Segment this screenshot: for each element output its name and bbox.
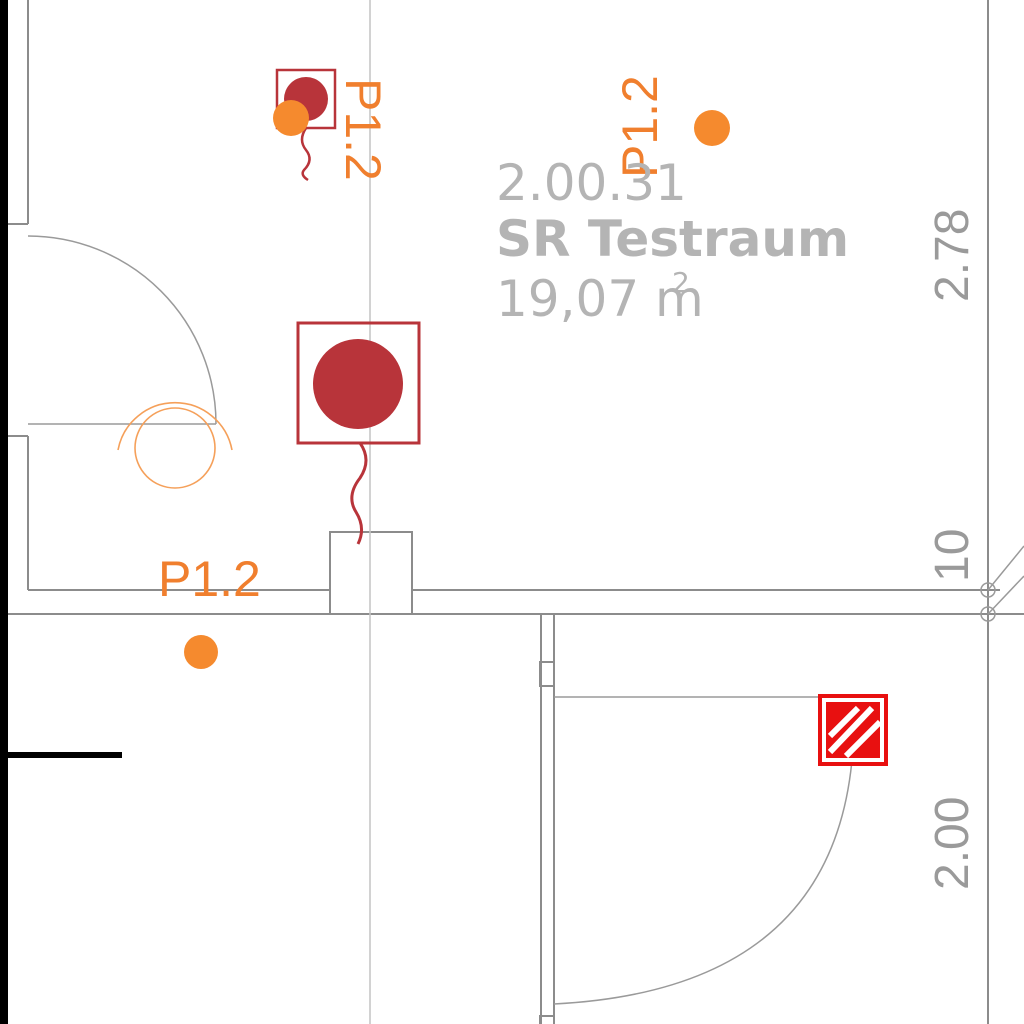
tag-bottom-left: P1.2 xyxy=(158,551,261,607)
room-name: SR Testraum xyxy=(496,210,849,268)
floor-plan: P1.2 P1.2 P1.2 2.00.31 SR Testraum 19,07… xyxy=(0,0,1024,1024)
fire-extinguisher-icon xyxy=(818,694,888,766)
smoke-detector-icon xyxy=(273,100,309,136)
tag-top-left: P1.2 xyxy=(335,78,391,181)
dimension-lower: 2.00 xyxy=(926,797,979,890)
dimension-mid: 10 xyxy=(926,529,979,582)
door-swing-lower xyxy=(553,696,853,1005)
door-swing-upper xyxy=(27,235,217,425)
exterior-wall-stub xyxy=(0,752,122,758)
dimension-upper: 2.78 xyxy=(926,209,979,302)
ceiling-light-outlet-large-icon xyxy=(296,321,421,545)
exterior-wall-left xyxy=(0,0,8,1024)
room-area-exponent: 2 xyxy=(672,266,690,299)
smoke-detector-icon xyxy=(184,635,218,669)
motion-sensor-icon xyxy=(117,401,233,489)
smoke-detector-icon xyxy=(694,110,730,146)
room-number: 2.00.31 xyxy=(496,154,687,212)
